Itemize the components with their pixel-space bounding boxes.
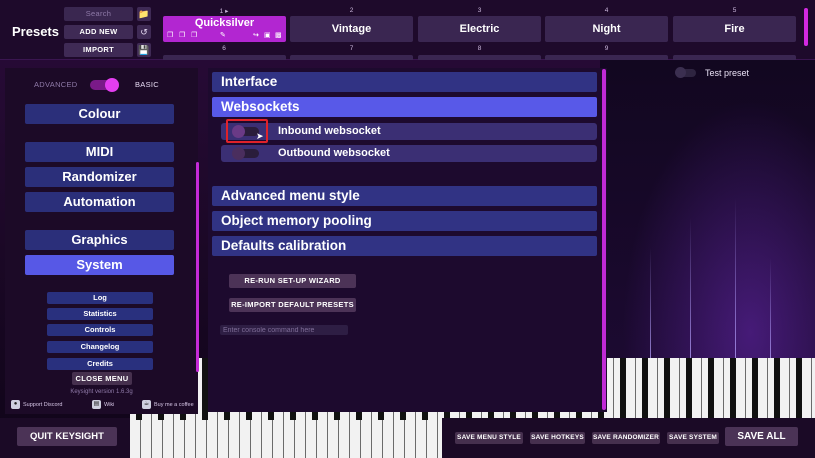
preset-slot-quicksilver[interactable]: Quicksilver ❐ ❐ ❐ ✎ ↪ ▣ ▩ <box>163 16 286 42</box>
reimport-default-presets-button[interactable]: RE-IMPORT DEFAULT PRESETS <box>229 298 356 312</box>
preset-slot-electric[interactable]: Electric <box>418 16 541 42</box>
test-preset-toggle[interactable] <box>675 67 696 78</box>
save-system-button[interactable]: SAVE SYSTEM <box>667 432 719 444</box>
preset-slot-empty[interactable] <box>290 55 413 60</box>
preset-slot-name: Quicksilver <box>194 17 255 29</box>
close-menu-button[interactable]: CLOSE MENU <box>72 372 132 385</box>
outbound-websocket-row: Outbound websocket <box>221 145 597 162</box>
support-discord-label: Support Discord <box>23 402 63 408</box>
buy-me-a-coffee-link[interactable]: ☕ Buy me a coffee <box>142 400 194 410</box>
folder-icon[interactable]: 📁 <box>137 7 151 21</box>
toggle-knob <box>105 78 119 92</box>
settings-sidebar: ADVANCED BASIC Colour MIDI Randomizer Au… <box>5 68 199 414</box>
add-new-preset-button[interactable]: ADD NEW <box>64 25 133 39</box>
discord-icon: ● <box>11 400 20 409</box>
import-preset-button[interactable]: IMPORT <box>64 43 133 57</box>
light-streak <box>770 258 771 368</box>
preset-number: 3 <box>477 7 482 14</box>
support-discord-link[interactable]: ● Support Discord <box>11 400 62 410</box>
sidebar-item-randomizer[interactable]: Randomizer <box>25 167 174 187</box>
quit-keysight-button[interactable]: QUIT KEYSIGHT <box>17 427 117 446</box>
trash-icon[interactable]: ▩ <box>275 31 282 41</box>
sidebar-sub-credits[interactable]: Credits <box>47 358 153 370</box>
preset-slot-empty[interactable] <box>163 55 286 60</box>
preset-slot-empty[interactable] <box>673 55 796 60</box>
preset-number: 9 <box>604 45 609 52</box>
preset-slot-night[interactable]: Night <box>545 16 668 42</box>
console-command-input[interactable] <box>220 325 348 335</box>
section-advanced-menu-style[interactable]: Advanced menu style <box>212 186 597 206</box>
save-randomizer-button[interactable]: SAVE RANDOMIZER <box>592 432 660 444</box>
sidebar-item-system[interactable]: System <box>25 255 174 275</box>
advanced-mode-label: ADVANCED <box>34 80 78 89</box>
outbound-websocket-label: Outbound websocket <box>278 147 390 159</box>
save-all-button[interactable]: SAVE ALL <box>725 427 798 446</box>
undo-icon[interactable]: ↺ <box>137 25 151 39</box>
version-text: Keysight version 1.6.3g <box>70 389 133 395</box>
preset-number: 5 <box>732 7 737 14</box>
sidebar-sub-changelog[interactable]: Changelog <box>47 341 153 353</box>
test-preset-label: Test preset <box>705 68 750 78</box>
link-icon[interactable]: ↪ <box>253 31 259 41</box>
sidebar-scrollbar[interactable] <box>196 162 199 372</box>
background-visualizer <box>600 60 815 400</box>
presets-bar: Presets Search ADD NEW IMPORT 📁 ↺ 💾 1 ▸ … <box>0 0 815 60</box>
section-interface[interactable]: Interface <box>212 72 597 92</box>
inbound-websocket-label: Inbound websocket <box>278 125 381 137</box>
sidebar-sub-statistics[interactable]: Statistics <box>47 308 153 320</box>
wiki-link[interactable]: ▤ Wiki <box>92 400 114 410</box>
sidebar-sub-controls[interactable]: Controls <box>47 324 153 336</box>
sidebar-item-midi[interactable]: MIDI <box>25 142 174 162</box>
preset-number: 6 <box>222 45 226 52</box>
paste-icon[interactable]: ❐ <box>191 31 197 41</box>
preset-number: 8 <box>477 45 482 52</box>
rerun-setup-wizard-button[interactable]: RE-RUN SET-UP WIZARD <box>229 274 356 288</box>
light-streak <box>735 198 736 368</box>
save-menu-style-button[interactable]: SAVE MENU STYLE <box>455 432 523 444</box>
sidebar-item-colour[interactable]: Colour <box>25 104 174 124</box>
section-object-memory-pooling[interactable]: Object memory pooling <box>212 211 597 231</box>
coffee-icon: ☕ <box>142 400 151 409</box>
mouse-cursor-icon: ➤ <box>256 131 264 141</box>
coffee-label: Buy me a coffee <box>154 402 194 408</box>
outbound-websocket-toggle[interactable] <box>232 147 259 160</box>
duplicate-icon[interactable]: ❐ <box>179 31 185 41</box>
copy-icon[interactable]: ❐ <box>167 31 173 41</box>
save-icon[interactable]: 💾 <box>137 43 151 57</box>
light-streak <box>650 248 651 368</box>
preset-slot-fire[interactable]: Fire <box>673 16 796 42</box>
preset-number: 7 <box>349 45 354 52</box>
wiki-label: Wiki <box>104 402 115 408</box>
menu-mode-toggle[interactable] <box>90 78 119 92</box>
presets-scrollbar[interactable] <box>804 8 808 46</box>
preset-number: 4 <box>604 7 609 14</box>
inbound-websocket-row: Inbound websocket <box>221 123 597 140</box>
preset-search-input[interactable]: Search <box>64 7 133 21</box>
toggle-knob <box>675 67 686 78</box>
save-icon[interactable]: ▣ <box>264 31 271 41</box>
basic-mode-label: BASIC <box>135 80 160 89</box>
save-hotkeys-button[interactable]: SAVE HOTKEYS <box>530 432 585 444</box>
play-icon: ▸ <box>225 8 229 15</box>
preset-slot-empty[interactable] <box>545 55 668 60</box>
preset-number: 2 <box>349 7 354 14</box>
content-scrollbar[interactable] <box>602 69 606 410</box>
sidebar-item-automation[interactable]: Automation <box>25 192 174 212</box>
preset-number: 1 ▸ <box>219 8 229 15</box>
toggle-knob <box>232 147 245 160</box>
section-defaults-calibration[interactable]: Defaults calibration <box>212 236 597 256</box>
sidebar-sub-log[interactable]: Log <box>47 292 153 304</box>
light-streak <box>690 218 691 368</box>
section-websockets[interactable]: Websockets <box>212 97 597 117</box>
preset-slot-empty[interactable] <box>418 55 541 60</box>
book-icon: ▤ <box>92 400 101 409</box>
presets-title: Presets <box>12 24 59 39</box>
sidebar-item-graphics[interactable]: Graphics <box>25 230 174 250</box>
preset-slot-vintage[interactable]: Vintage <box>290 16 413 42</box>
edit-icon[interactable]: ✎ <box>220 31 226 41</box>
